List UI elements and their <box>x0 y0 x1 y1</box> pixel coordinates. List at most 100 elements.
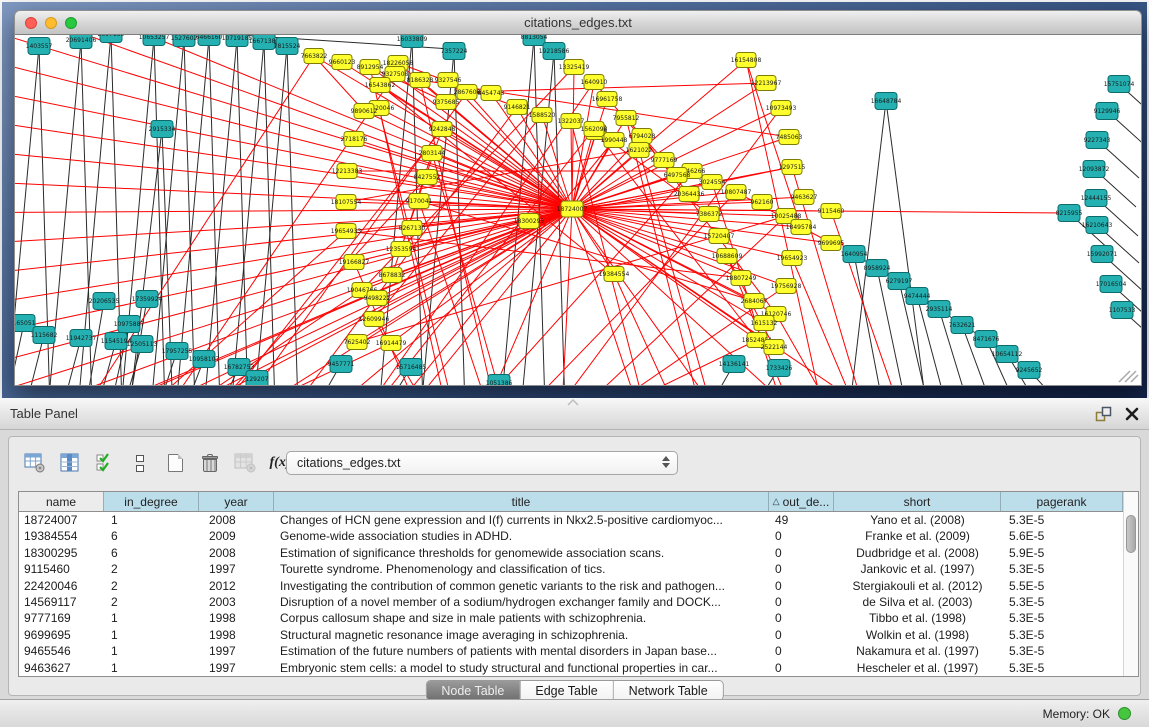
graph-node[interactable]: 1115682 <box>31 327 58 344</box>
graph-node[interactable]: 1562098 <box>581 122 608 137</box>
column-header-year[interactable]: year <box>199 492 274 511</box>
table-row[interactable]: 1830029562008Estimation of significance … <box>19 545 1123 561</box>
graph-node[interactable]: 8958924 <box>864 260 891 277</box>
tab-edge-table[interactable]: Edge Table <box>519 681 612 700</box>
table-row[interactable]: 911546021997Tourette syndrome. Phenomeno… <box>19 561 1123 577</box>
table-settings-icon[interactable] <box>23 451 47 475</box>
graph-node[interactable]: 6497568 <box>664 168 691 183</box>
graph-node[interactable]: 9146821 <box>504 100 531 115</box>
graph-node[interactable]: 8454743 <box>478 86 505 101</box>
graph-node[interactable]: 20206535 <box>89 293 120 310</box>
graph-node[interactable]: 17359924 <box>132 291 163 308</box>
graph-node[interactable]: 9227343 <box>1084 132 1111 149</box>
graph-node[interactable]: 12444155 <box>1081 190 1112 207</box>
graph-node[interactable]: 10958107 <box>189 351 220 368</box>
close-panel-icon[interactable] <box>1125 407 1139 421</box>
graph-node[interactable]: 7815524 <box>274 38 301 55</box>
import-table-icon[interactable] <box>233 451 257 475</box>
graph-node[interactable]: 9463627 <box>791 190 818 205</box>
window-resize-grip[interactable] <box>1117 369 1139 383</box>
network-canvas[interactable]: 1403557206914062097133106532571527602646… <box>14 35 1142 386</box>
graph-node[interactable]: 8912954 <box>357 60 384 75</box>
graph-node[interactable]: 2867608 <box>454 85 481 100</box>
tab-node-table[interactable]: Node Table <box>426 681 519 700</box>
graph-node[interactable]: 1733426 <box>766 360 793 377</box>
graph-node[interactable]: 1527602 <box>171 35 198 47</box>
graph-node[interactable]: 16154808 <box>731 53 762 68</box>
graph-node[interactable]: 11942737 <box>66 330 97 347</box>
table-row[interactable]: 1456911722003Disruption of a novel membe… <box>19 594 1123 610</box>
graph-node[interactable]: 13325419 <box>559 60 590 75</box>
graph-node[interactable]: 8427552 <box>414 170 441 185</box>
graph-node[interactable]: 129207 <box>246 371 269 386</box>
graph-node[interactable]: 18724007 <box>557 201 588 217</box>
graph-node[interactable]: 15716485 <box>396 359 427 376</box>
graph-node[interactable]: 16033809 <box>397 35 428 48</box>
graph-node[interactable]: 962160 <box>751 195 774 210</box>
graph-node[interactable]: 7632621 <box>949 317 976 334</box>
table-row[interactable]: 946362711997Embryonic stem cells: a mode… <box>19 660 1123 676</box>
graph-node[interactable]: 2935114 <box>926 301 953 318</box>
graph-node[interactable]: 15992071 <box>1087 246 1118 263</box>
column-header-out-degree[interactable]: △out_de... <box>769 492 834 511</box>
citation-network-graph[interactable]: 1403557206914062097133106532571527602646… <box>15 35 1141 385</box>
graph-node[interactable]: 9699695 <box>818 236 845 251</box>
table-row[interactable]: 969969511998Structural magnetic resonanc… <box>19 627 1123 643</box>
table-row[interactable]: 2242004622012Investigating the contribut… <box>19 578 1123 594</box>
graph-node[interactable]: 15720407 <box>704 229 735 244</box>
graph-node[interactable]: 9890612 <box>351 104 378 119</box>
graph-node[interactable]: 3024554 <box>699 175 726 190</box>
graph-node[interactable]: 7625402 <box>344 335 371 350</box>
table-row[interactable]: 1938455462009Genome-wide association stu… <box>19 528 1123 544</box>
graph-node[interactable]: 12505113 <box>127 336 158 353</box>
graph-node[interactable]: 9170041 <box>406 194 433 209</box>
table-scrollbar[interactable] <box>1123 492 1138 676</box>
graph-node[interactable]: 1990448 <box>601 133 628 148</box>
graph-node[interactable]: 8215955 <box>1056 205 1083 222</box>
panel-divider-handle[interactable] <box>566 399 580 406</box>
graph-node[interactable]: 2915334 <box>149 121 176 138</box>
column-header-name[interactable]: name <box>19 492 104 511</box>
graph-node[interactable]: 1051386 <box>486 375 513 386</box>
graph-node[interactable]: 9474444 <box>904 288 931 305</box>
graph-node[interactable]: 2803144 <box>419 146 446 161</box>
graph-node[interactable]: 19654923 <box>777 251 808 266</box>
float-panel-icon[interactable] <box>1095 406 1113 422</box>
graph-node[interactable]: 2684067 <box>741 294 768 309</box>
stacked-rows-icon[interactable] <box>128 451 152 475</box>
column-visibility-icon[interactable] <box>58 451 82 475</box>
graph-node[interactable]: 17016504 <box>1096 276 1127 293</box>
graph-node[interactable]: 1640954 <box>841 246 868 263</box>
graph-node[interactable]: 1107533 <box>1109 302 1136 319</box>
graph-node[interactable]: 19166827 <box>339 255 370 270</box>
graph-node[interactable]: 7663822 <box>301 49 328 64</box>
tab-network-table[interactable]: Network Table <box>613 681 723 700</box>
window-titlebar[interactable]: citations_edges.txt <box>14 10 1142 35</box>
graph-node[interactable]: 9242848 <box>429 122 456 137</box>
graph-node[interactable]: 8678832 <box>379 268 406 283</box>
graph-node[interactable]: 10807487 <box>721 185 752 200</box>
graph-node[interactable]: 2097133 <box>98 35 125 43</box>
graph-node[interactable]: 1588520 <box>529 108 556 123</box>
column-header-title[interactable]: title <box>274 492 769 511</box>
graph-node[interactable]: 1615132 <box>751 316 778 331</box>
graph-node[interactable]: 6794028 <box>629 129 656 144</box>
graph-node[interactable]: 14136141 <box>719 356 750 373</box>
graph-node[interactable]: 7485063 <box>776 130 803 145</box>
graph-node[interactable]: 20691406 <box>66 35 97 49</box>
table-select-dropdown[interactable]: citations_edges.txt <box>286 451 678 475</box>
graph-node[interactable]: 10975887 <box>114 316 145 333</box>
graph-node[interactable]: 7357224 <box>441 43 468 60</box>
graph-node[interactable]: 1621022 <box>626 143 653 158</box>
graph-node[interactable]: 16210643 <box>1082 217 1113 234</box>
graph-node[interactable]: 10653257 <box>139 35 170 46</box>
graph-node[interactable]: 16961758 <box>592 92 623 107</box>
graph-node[interactable]: 8267130 <box>399 221 426 236</box>
graph-node[interactable]: 9498222 <box>364 291 391 306</box>
graph-node[interactable]: 19384554 <box>599 267 630 282</box>
graph-node[interactable]: 9457771 <box>328 356 355 373</box>
column-header-in-degree[interactable]: in_degree <box>104 492 199 511</box>
table-row[interactable]: 1872400712008Changes of HCN gene express… <box>19 512 1123 528</box>
graph-node[interactable]: 1297515 <box>779 160 806 175</box>
graph-node[interactable]: 2718176 <box>341 132 368 147</box>
